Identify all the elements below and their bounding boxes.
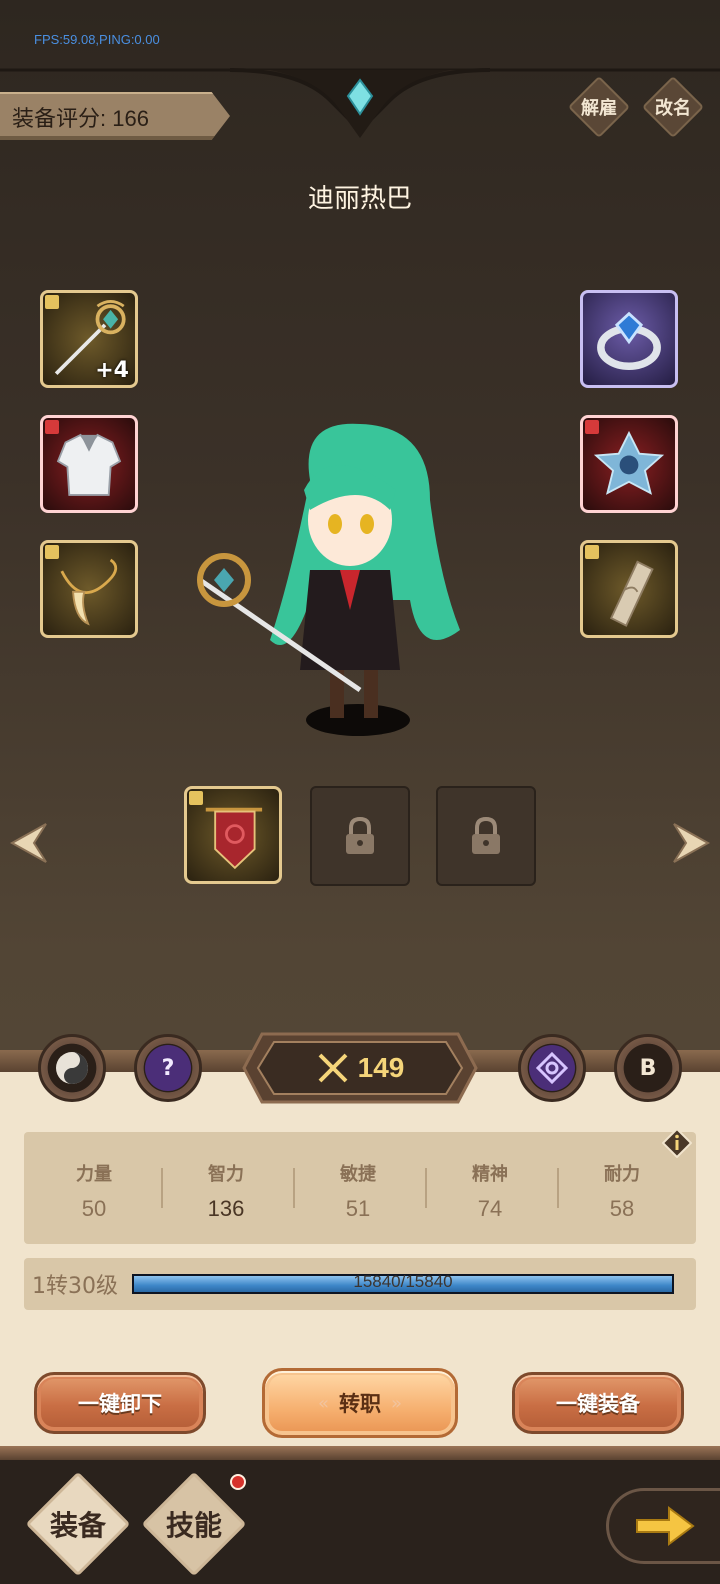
hero-name: 迪丽热巴 (307, 184, 412, 214)
rune-button[interactable] (518, 1034, 586, 1102)
attr-strength: 力量 50 (28, 1132, 160, 1244)
rename-label: 改名 (655, 98, 691, 119)
info-icon[interactable] (662, 1128, 692, 1158)
attr-agility: 敏捷 51 (292, 1132, 424, 1244)
attr-value: 136 (207, 1196, 245, 1221)
hero-character (197, 423, 460, 736)
unequip-all-button[interactable]: 一键卸下 (34, 1372, 206, 1434)
unequip-all-label: 一键卸下 (78, 1392, 162, 1416)
lock-icon (346, 816, 374, 854)
question-icon: ? (161, 1055, 175, 1081)
extra-slot-banner[interactable] (184, 786, 282, 884)
fps-readout: FPS:59.08,PING:0.00 (34, 32, 160, 47)
next-hero-arrow-icon[interactable] (668, 820, 714, 866)
left-chevron-deco-icon: « (317, 1392, 329, 1414)
crossed-swords-icon (318, 1053, 348, 1083)
necklace-slot[interactable] (40, 540, 138, 638)
tab-equipment[interactable]: 装备 (30, 1476, 126, 1572)
b-label: B (639, 1055, 657, 1081)
equipment-score-banner: 装备评分: 166 (0, 92, 230, 140)
locked-slot-2 (310, 786, 410, 886)
attr-name: 力量 (76, 1164, 112, 1185)
attr-name: 耐力 (604, 1164, 640, 1185)
attr-spirit: 精神 74 (424, 1132, 556, 1244)
bracer-slot[interactable] (580, 540, 678, 638)
rename-button[interactable]: 改名 (646, 80, 700, 134)
tab-skills-label: 技能 (165, 1509, 222, 1542)
attr-name: 敏捷 (340, 1164, 376, 1185)
back-button[interactable] (606, 1488, 720, 1564)
dismiss-label: 解雇 (581, 98, 617, 119)
equip-all-label: 一键装备 (556, 1392, 640, 1416)
yinyang-button[interactable] (38, 1034, 106, 1102)
tab-equipment-label: 装备 (49, 1509, 106, 1542)
question-button[interactable]: ? (134, 1034, 202, 1102)
rarity-tag (45, 545, 59, 559)
back-arrow-icon (635, 1506, 695, 1546)
sapphire-ring-icon (597, 311, 661, 370)
lock-icon (472, 816, 500, 854)
change-class-label: 转职 (339, 1392, 381, 1416)
rarity-tag (189, 791, 203, 805)
rarity-tag (585, 545, 599, 559)
equipment-score-label: 装备评分: 166 (12, 106, 149, 131)
equip-all-button[interactable]: 一键装备 (512, 1372, 684, 1434)
attr-intelligence: 智力 136 (160, 1132, 292, 1244)
enhance-level: +4 (95, 358, 129, 383)
notification-dot (230, 1474, 246, 1490)
rarity-tag (45, 295, 59, 309)
attr-value: 74 (477, 1196, 503, 1221)
change-class-button[interactable]: « 转职 » (262, 1368, 458, 1438)
attr-value: 58 (609, 1196, 635, 1221)
power-display: 149 (242, 1040, 478, 1096)
rune-icon (536, 1052, 568, 1084)
nav-band (0, 1446, 720, 1460)
attr-name: 精神 (472, 1164, 508, 1185)
level-label: 1转30级 (32, 1274, 118, 1299)
b-button[interactable]: B (614, 1034, 682, 1102)
gem-slot[interactable] (580, 415, 678, 513)
locked-slot-3 (436, 786, 536, 886)
xp-text: 15840/15840 (353, 1272, 453, 1291)
rarity-tag (45, 420, 59, 434)
attributes-box: 力量 50 智力 136 敏捷 51 精神 74 耐力 58 (24, 1132, 696, 1244)
rarity-tag (585, 420, 599, 434)
tab-skills[interactable]: 技能 (146, 1476, 242, 1572)
weapon-slot[interactable]: +4 (40, 290, 138, 388)
power-value: 149 (357, 1052, 405, 1083)
prev-hero-arrow-icon[interactable] (6, 820, 52, 866)
yinyang-icon (56, 1052, 88, 1084)
dismiss-button[interactable]: 解雇 (572, 80, 626, 134)
right-chevron-deco-icon: » (391, 1392, 403, 1414)
armor-slot[interactable] (40, 415, 138, 513)
attr-name: 智力 (208, 1164, 244, 1185)
ring-slot[interactable] (580, 290, 678, 388)
attr-value: 51 (345, 1196, 371, 1221)
attr-value: 50 (81, 1196, 107, 1221)
